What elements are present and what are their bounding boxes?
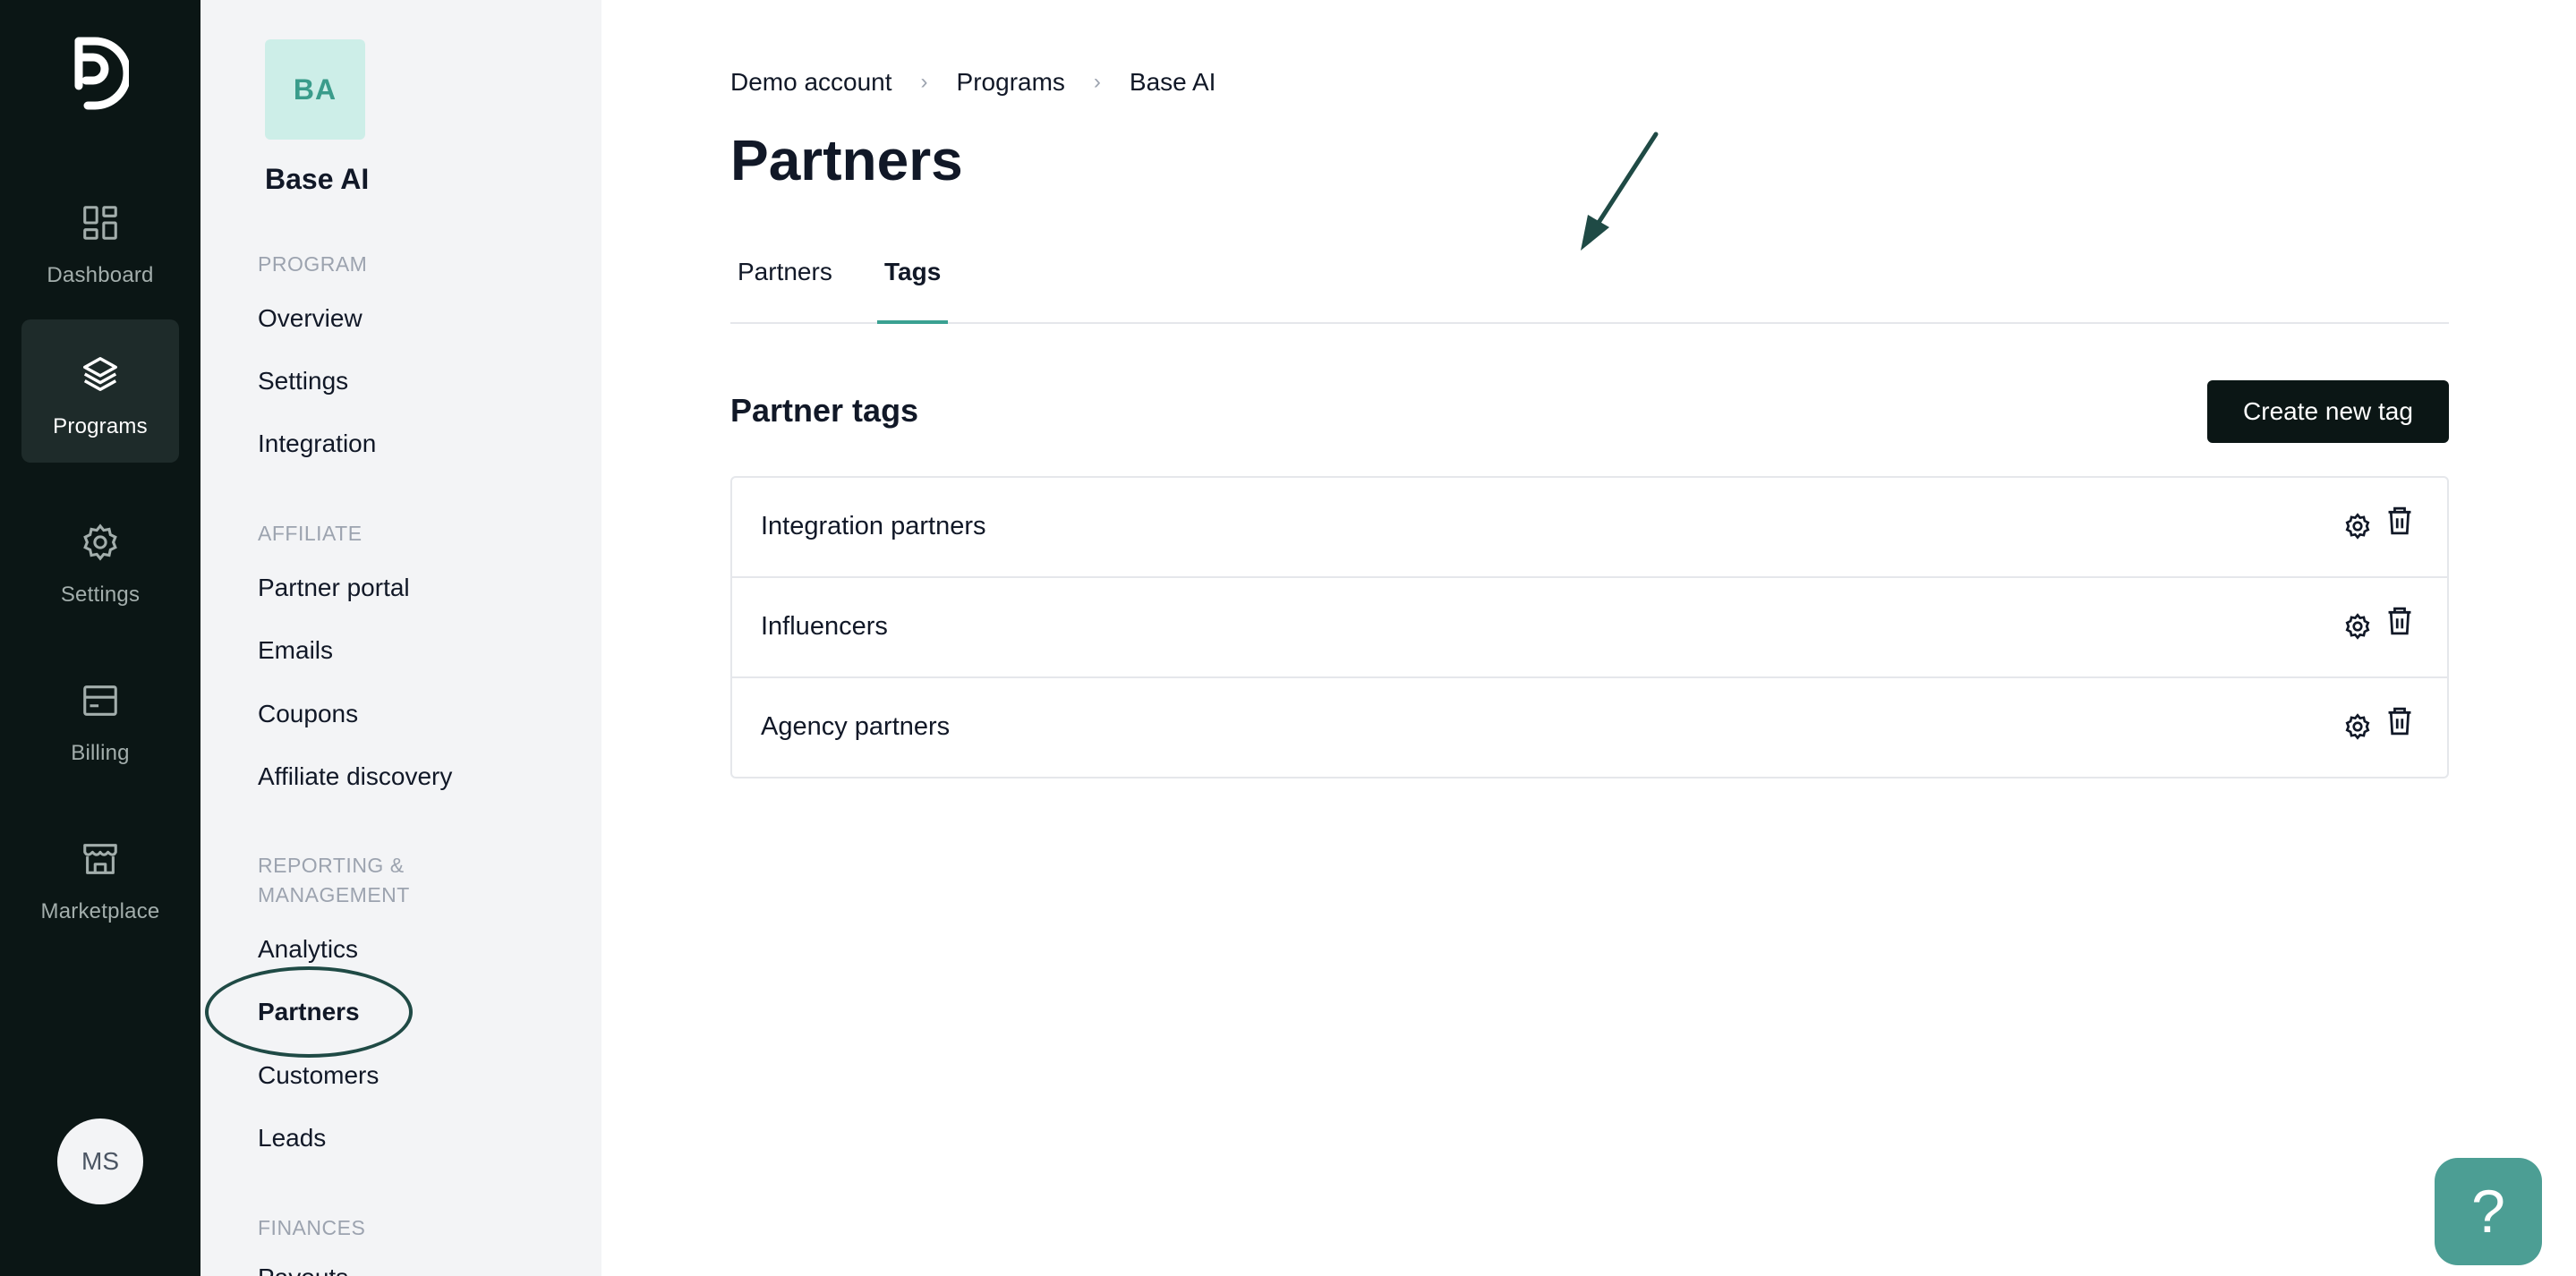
tag-name: Integration partners: [761, 512, 986, 540]
gear-icon[interactable]: [2343, 512, 2372, 540]
rail-item-settings[interactable]: Settings: [21, 488, 179, 631]
avatar[interactable]: MS: [57, 1119, 143, 1204]
list-item: Integration partners: [732, 478, 2447, 578]
list-item: Influencers: [732, 578, 2447, 678]
section-title-affiliate: AFFILIATE: [258, 522, 363, 545]
sidebar-item-emails[interactable]: Emails: [258, 636, 333, 665]
breadcrumb-item[interactable]: Programs: [957, 68, 1065, 97]
breadcrumb-item[interactable]: Base AI: [1130, 68, 1216, 97]
chevron-right-icon: ›: [1093, 70, 1101, 94]
store-icon: [83, 844, 117, 874]
section-title-program: PROGRAM: [258, 252, 368, 276]
tag-name: Influencers: [761, 612, 888, 641]
sidebar-item-settings[interactable]: Settings: [258, 367, 348, 396]
app-logo-icon[interactable]: [72, 36, 129, 111]
sidebar-item-payouts[interactable]: Payouts: [258, 1263, 348, 1276]
sidebar-item-integration[interactable]: Integration: [258, 430, 376, 458]
dashboard-icon: [83, 206, 117, 240]
sidebar-item-partner-portal[interactable]: Partner portal: [258, 574, 410, 602]
list-item: Agency partners: [732, 678, 2447, 777]
rail-item-label: Marketplace: [40, 899, 160, 923]
trash-icon[interactable]: [2384, 605, 2415, 637]
rail-item-label: Settings: [60, 583, 141, 607]
help-button[interactable]: ?: [2435, 1158, 2542, 1265]
program-badge: BA: [265, 39, 365, 140]
sidebar-item-leads[interactable]: Leads: [258, 1124, 326, 1153]
trash-icon[interactable]: [2384, 505, 2415, 537]
tab-partners[interactable]: Partners: [738, 258, 832, 320]
tab-bar: Partners Tags: [730, 251, 2449, 324]
rail-item-label: Dashboard: [47, 263, 154, 287]
tag-list: Integration partners Influencers Agency …: [730, 476, 2449, 778]
app-rail: Dashboard Programs Settings Billing Mark…: [0, 0, 200, 1276]
main-content: Demo account › Programs › Base AI Partne…: [601, 0, 2576, 1276]
gear-icon: [83, 523, 117, 561]
rail-item-label: Programs: [53, 414, 148, 438]
sidebar-item-customers[interactable]: Customers: [258, 1061, 379, 1090]
sidebar-item-partners[interactable]: Partners: [258, 998, 360, 1026]
section-title-reporting: REPORTING & MANAGEMENT: [258, 854, 410, 906]
rail-item-marketplace[interactable]: Marketplace: [21, 804, 179, 948]
rail-item-label: Billing: [71, 741, 130, 765]
sidebar-item-coupons[interactable]: Coupons: [258, 700, 358, 728]
arrow-annotation: [1581, 132, 1659, 251]
billing-icon: [83, 685, 117, 716]
sidebar-item-overview[interactable]: Overview: [258, 304, 363, 333]
sidebar-item-affiliate-discovery[interactable]: Affiliate discovery: [258, 762, 452, 791]
page-title: Partners: [730, 128, 963, 192]
program-sidebar: BA Base AI PROGRAM Overview Settings Int…: [200, 0, 601, 1276]
rail-item-programs[interactable]: Programs: [21, 319, 179, 463]
gear-icon[interactable]: [2343, 612, 2372, 641]
tag-name: Agency partners: [761, 712, 951, 741]
create-tag-button[interactable]: Create new tag: [2207, 380, 2449, 443]
program-name: Base AI: [265, 163, 370, 195]
gear-icon[interactable]: [2343, 712, 2372, 741]
rail-item-dashboard[interactable]: Dashboard: [21, 168, 179, 311]
section-title: Partner tags: [730, 392, 919, 429]
rail-item-billing[interactable]: Billing: [21, 646, 179, 789]
breadcrumb-item[interactable]: Demo account: [730, 68, 892, 97]
section-title-finances: FINANCES: [258, 1216, 366, 1239]
breadcrumb: Demo account › Programs › Base AI: [730, 68, 1215, 97]
chevron-right-icon: ›: [920, 70, 928, 94]
tab-tags[interactable]: Tags: [877, 258, 949, 324]
trash-icon[interactable]: [2384, 705, 2415, 737]
sidebar-item-analytics[interactable]: Analytics: [258, 935, 358, 964]
layers-icon: [83, 357, 117, 391]
